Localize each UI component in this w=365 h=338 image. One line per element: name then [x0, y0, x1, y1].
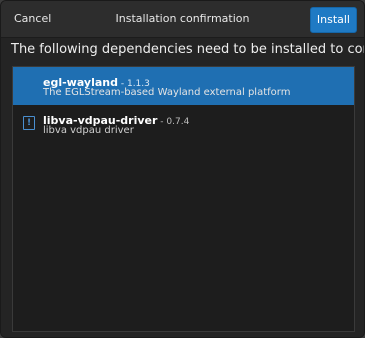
package-description: The EGLStream-based Wayland external pla…: [43, 87, 291, 98]
dialog-body: The following dependencies need to be in…: [1, 38, 364, 337]
list-item-libva-vdpau-driver[interactable]: ! libva-vdpau-driver - 0.7.4 libva vdpau…: [13, 105, 354, 143]
list-item-egl-wayland[interactable]: egl-wayland - 1.1.3 The EGLStream-based …: [13, 67, 354, 105]
package-description: libva vdpau driver: [43, 125, 134, 136]
package-version: - 0.7.4: [157, 117, 190, 127]
dependencies-list[interactable]: egl-wayland - 1.1.3 The EGLStream-based …: [12, 66, 355, 332]
installation-confirmation-dialog: Cancel Installation confirmation Install…: [0, 0, 365, 338]
cancel-button[interactable]: Cancel: [6, 7, 59, 31]
dialog-header: Cancel Installation confirmation Install: [1, 1, 364, 38]
info-icon: !: [23, 116, 35, 130]
install-button[interactable]: Install: [309, 7, 357, 33]
dependencies-message: The following dependencies need to be in…: [11, 42, 365, 57]
